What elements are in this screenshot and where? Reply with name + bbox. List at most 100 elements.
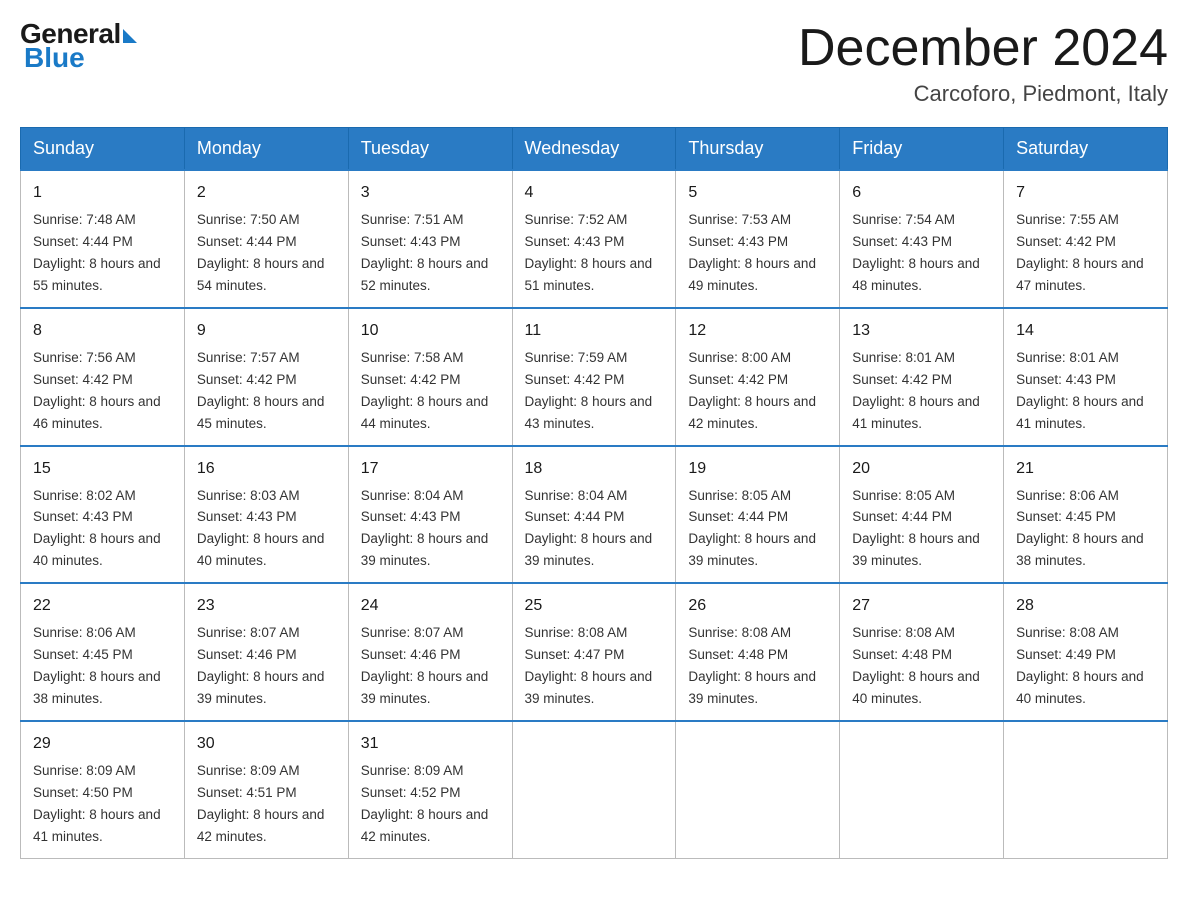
day-cell-8: 8 Sunrise: 7:56 AMSunset: 4:42 PMDayligh…	[21, 308, 185, 446]
day-cell-7: 7 Sunrise: 7:55 AMSunset: 4:42 PMDayligh…	[1004, 170, 1168, 308]
day-info: Sunrise: 8:04 AMSunset: 4:43 PMDaylight:…	[361, 488, 489, 569]
logo-blue-text: Blue	[20, 44, 137, 72]
day-info: Sunrise: 8:01 AMSunset: 4:43 PMDaylight:…	[1016, 350, 1144, 431]
day-number: 22	[33, 594, 172, 618]
header-wednesday: Wednesday	[512, 128, 676, 171]
day-info: Sunrise: 8:08 AMSunset: 4:49 PMDaylight:…	[1016, 625, 1144, 706]
day-number: 17	[361, 457, 500, 481]
day-cell-4: 4 Sunrise: 7:52 AMSunset: 4:43 PMDayligh…	[512, 170, 676, 308]
day-cell-19: 19 Sunrise: 8:05 AMSunset: 4:44 PMDaylig…	[676, 446, 840, 584]
day-number: 14	[1016, 319, 1155, 343]
page-header: General Blue December 2024 Carcoforo, Pi…	[20, 20, 1168, 107]
day-cell-29: 29 Sunrise: 8:09 AMSunset: 4:50 PMDaylig…	[21, 721, 185, 858]
empty-cell-w4-d6	[1004, 721, 1168, 858]
day-cell-23: 23 Sunrise: 8:07 AMSunset: 4:46 PMDaylig…	[184, 583, 348, 721]
day-number: 16	[197, 457, 336, 481]
day-cell-31: 31 Sunrise: 8:09 AMSunset: 4:52 PMDaylig…	[348, 721, 512, 858]
location-subtitle: Carcoforo, Piedmont, Italy	[798, 81, 1168, 107]
day-number: 19	[688, 457, 827, 481]
header-sunday: Sunday	[21, 128, 185, 171]
day-number: 29	[33, 732, 172, 756]
day-cell-2: 2 Sunrise: 7:50 AMSunset: 4:44 PMDayligh…	[184, 170, 348, 308]
day-cell-17: 17 Sunrise: 8:04 AMSunset: 4:43 PMDaylig…	[348, 446, 512, 584]
day-number: 21	[1016, 457, 1155, 481]
empty-cell-w4-d4	[676, 721, 840, 858]
header-monday: Monday	[184, 128, 348, 171]
day-info: Sunrise: 8:08 AMSunset: 4:48 PMDaylight:…	[852, 625, 980, 706]
day-number: 8	[33, 319, 172, 343]
day-number: 31	[361, 732, 500, 756]
day-info: Sunrise: 7:55 AMSunset: 4:42 PMDaylight:…	[1016, 212, 1144, 293]
day-info: Sunrise: 7:58 AMSunset: 4:42 PMDaylight:…	[361, 350, 489, 431]
day-info: Sunrise: 8:06 AMSunset: 4:45 PMDaylight:…	[1016, 488, 1144, 569]
day-number: 9	[197, 319, 336, 343]
day-info: Sunrise: 8:08 AMSunset: 4:48 PMDaylight:…	[688, 625, 816, 706]
day-info: Sunrise: 8:00 AMSunset: 4:42 PMDaylight:…	[688, 350, 816, 431]
day-number: 2	[197, 181, 336, 205]
day-number: 10	[361, 319, 500, 343]
week-row-2: 8 Sunrise: 7:56 AMSunset: 4:42 PMDayligh…	[21, 308, 1168, 446]
day-info: Sunrise: 7:53 AMSunset: 4:43 PMDaylight:…	[688, 212, 816, 293]
day-cell-27: 27 Sunrise: 8:08 AMSunset: 4:48 PMDaylig…	[840, 583, 1004, 721]
header-tuesday: Tuesday	[348, 128, 512, 171]
day-info: Sunrise: 7:50 AMSunset: 4:44 PMDaylight:…	[197, 212, 325, 293]
day-info: Sunrise: 7:48 AMSunset: 4:44 PMDaylight:…	[33, 212, 161, 293]
day-info: Sunrise: 8:09 AMSunset: 4:51 PMDaylight:…	[197, 763, 325, 844]
day-info: Sunrise: 8:01 AMSunset: 4:42 PMDaylight:…	[852, 350, 980, 431]
day-cell-5: 5 Sunrise: 7:53 AMSunset: 4:43 PMDayligh…	[676, 170, 840, 308]
header-saturday: Saturday	[1004, 128, 1168, 171]
day-info: Sunrise: 8:07 AMSunset: 4:46 PMDaylight:…	[197, 625, 325, 706]
day-info: Sunrise: 8:06 AMSunset: 4:45 PMDaylight:…	[33, 625, 161, 706]
day-cell-10: 10 Sunrise: 7:58 AMSunset: 4:42 PMDaylig…	[348, 308, 512, 446]
day-cell-16: 16 Sunrise: 8:03 AMSunset: 4:43 PMDaylig…	[184, 446, 348, 584]
day-cell-21: 21 Sunrise: 8:06 AMSunset: 4:45 PMDaylig…	[1004, 446, 1168, 584]
day-number: 7	[1016, 181, 1155, 205]
day-number: 27	[852, 594, 991, 618]
header-thursday: Thursday	[676, 128, 840, 171]
empty-cell-w4-d5	[840, 721, 1004, 858]
day-cell-15: 15 Sunrise: 8:02 AMSunset: 4:43 PMDaylig…	[21, 446, 185, 584]
day-number: 1	[33, 181, 172, 205]
calendar-table: Sunday Monday Tuesday Wednesday Thursday…	[20, 127, 1168, 858]
logo-triangle-icon	[123, 29, 137, 43]
day-cell-11: 11 Sunrise: 7:59 AMSunset: 4:42 PMDaylig…	[512, 308, 676, 446]
day-cell-30: 30 Sunrise: 8:09 AMSunset: 4:51 PMDaylig…	[184, 721, 348, 858]
day-info: Sunrise: 8:09 AMSunset: 4:52 PMDaylight:…	[361, 763, 489, 844]
day-number: 12	[688, 319, 827, 343]
day-number: 24	[361, 594, 500, 618]
day-info: Sunrise: 7:59 AMSunset: 4:42 PMDaylight:…	[525, 350, 653, 431]
day-number: 6	[852, 181, 991, 205]
day-number: 11	[525, 319, 664, 343]
day-info: Sunrise: 7:57 AMSunset: 4:42 PMDaylight:…	[197, 350, 325, 431]
day-info: Sunrise: 8:05 AMSunset: 4:44 PMDaylight:…	[688, 488, 816, 569]
day-number: 25	[525, 594, 664, 618]
day-cell-25: 25 Sunrise: 8:08 AMSunset: 4:47 PMDaylig…	[512, 583, 676, 721]
day-cell-9: 9 Sunrise: 7:57 AMSunset: 4:42 PMDayligh…	[184, 308, 348, 446]
day-number: 28	[1016, 594, 1155, 618]
day-number: 13	[852, 319, 991, 343]
header-friday: Friday	[840, 128, 1004, 171]
day-cell-6: 6 Sunrise: 7:54 AMSunset: 4:43 PMDayligh…	[840, 170, 1004, 308]
day-info: Sunrise: 8:04 AMSunset: 4:44 PMDaylight:…	[525, 488, 653, 569]
day-cell-18: 18 Sunrise: 8:04 AMSunset: 4:44 PMDaylig…	[512, 446, 676, 584]
day-number: 23	[197, 594, 336, 618]
day-info: Sunrise: 8:08 AMSunset: 4:47 PMDaylight:…	[525, 625, 653, 706]
day-info: Sunrise: 8:05 AMSunset: 4:44 PMDaylight:…	[852, 488, 980, 569]
day-info: Sunrise: 8:07 AMSunset: 4:46 PMDaylight:…	[361, 625, 489, 706]
day-cell-24: 24 Sunrise: 8:07 AMSunset: 4:46 PMDaylig…	[348, 583, 512, 721]
day-info: Sunrise: 7:51 AMSunset: 4:43 PMDaylight:…	[361, 212, 489, 293]
week-row-1: 1 Sunrise: 7:48 AMSunset: 4:44 PMDayligh…	[21, 170, 1168, 308]
day-cell-13: 13 Sunrise: 8:01 AMSunset: 4:42 PMDaylig…	[840, 308, 1004, 446]
day-info: Sunrise: 7:56 AMSunset: 4:42 PMDaylight:…	[33, 350, 161, 431]
week-row-4: 22 Sunrise: 8:06 AMSunset: 4:45 PMDaylig…	[21, 583, 1168, 721]
week-row-5: 29 Sunrise: 8:09 AMSunset: 4:50 PMDaylig…	[21, 721, 1168, 858]
day-info: Sunrise: 8:02 AMSunset: 4:43 PMDaylight:…	[33, 488, 161, 569]
day-number: 20	[852, 457, 991, 481]
day-number: 15	[33, 457, 172, 481]
day-number: 18	[525, 457, 664, 481]
day-cell-26: 26 Sunrise: 8:08 AMSunset: 4:48 PMDaylig…	[676, 583, 840, 721]
day-cell-20: 20 Sunrise: 8:05 AMSunset: 4:44 PMDaylig…	[840, 446, 1004, 584]
day-cell-14: 14 Sunrise: 8:01 AMSunset: 4:43 PMDaylig…	[1004, 308, 1168, 446]
day-info: Sunrise: 8:09 AMSunset: 4:50 PMDaylight:…	[33, 763, 161, 844]
day-cell-12: 12 Sunrise: 8:00 AMSunset: 4:42 PMDaylig…	[676, 308, 840, 446]
